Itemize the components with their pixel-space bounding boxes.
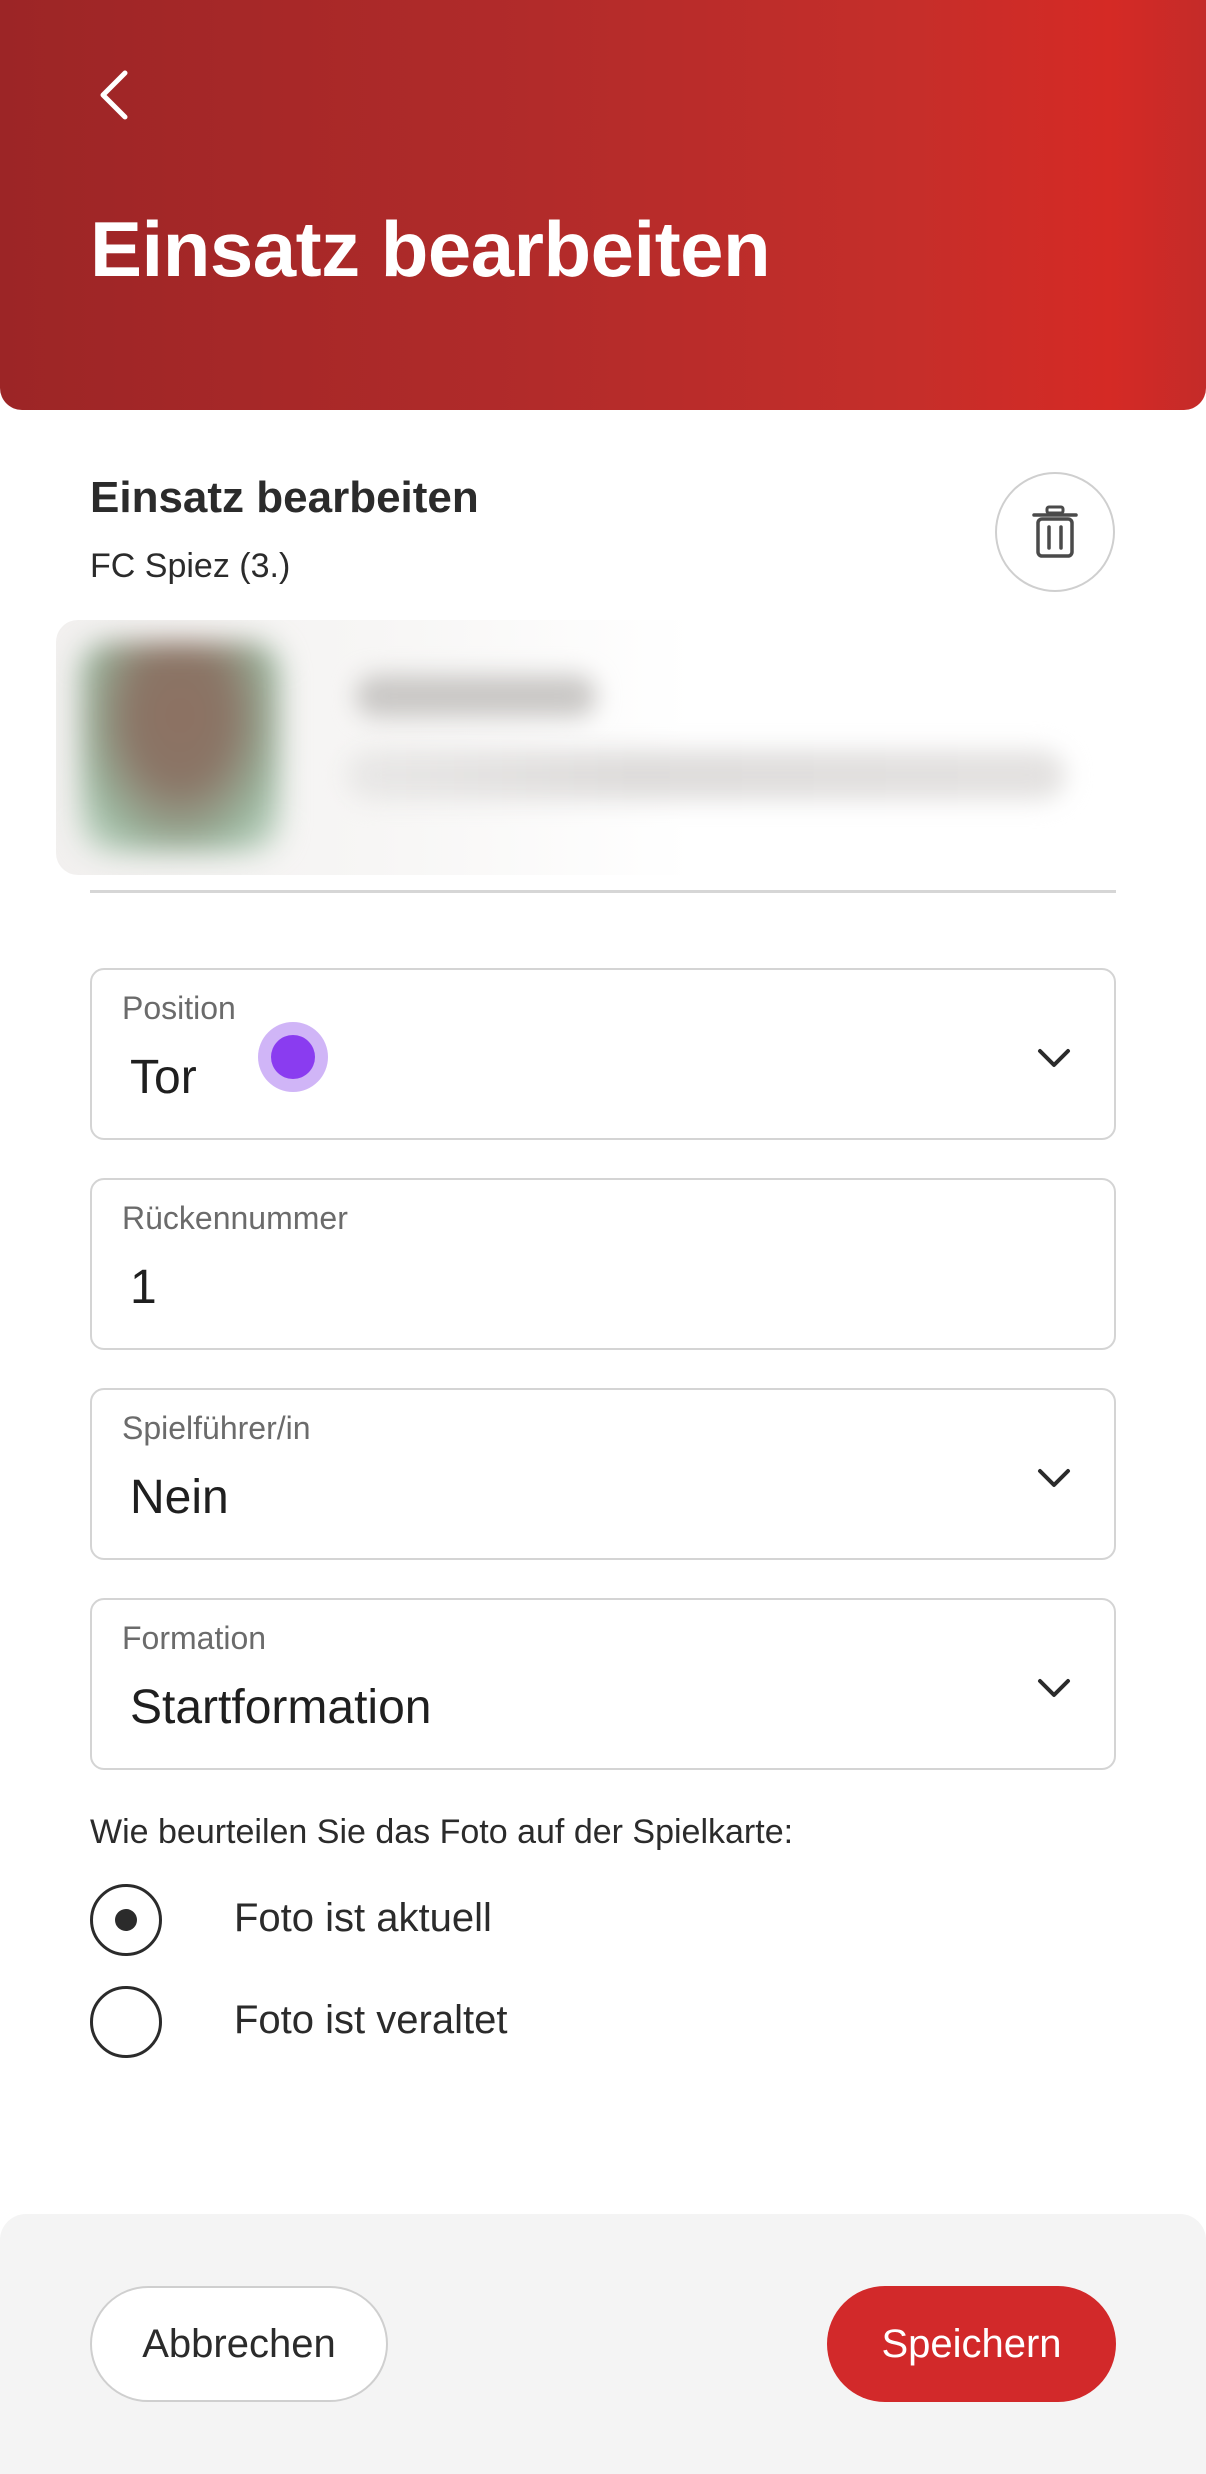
- number-label: Rückennummer: [122, 1200, 348, 1236]
- chevron-down-icon: [1038, 1049, 1070, 1067]
- formation-value: Startformation: [130, 1681, 432, 1734]
- team-name: FC Spiez (3.): [90, 547, 291, 585]
- app-header: Einsatz bearbeiten: [0, 0, 1206, 410]
- formation-select[interactable]: Formation Startformation: [90, 1598, 1116, 1770]
- number-value: 1: [130, 1261, 157, 1314]
- radio-button-checked[interactable]: [90, 1884, 162, 1956]
- position-label: Position: [122, 990, 236, 1026]
- position-value: Tor: [130, 1051, 197, 1104]
- trash-icon: [1032, 505, 1078, 558]
- number-field[interactable]: Rückennummer 1: [90, 1178, 1116, 1350]
- save-button[interactable]: Speichern: [827, 2286, 1116, 2402]
- cancel-button[interactable]: Abbrechen: [90, 2286, 388, 2402]
- radio-option-photo-current[interactable]: Foto ist aktuell: [90, 1884, 790, 1956]
- action-footer: Abbrechen Speichern: [0, 2214, 1206, 2474]
- divider: [90, 890, 1116, 893]
- radio-option-photo-outdated[interactable]: Foto ist veraltet: [90, 1986, 790, 2058]
- player-details-redacted: [346, 750, 1066, 800]
- radio-button[interactable]: [90, 1986, 162, 2058]
- formation-label: Formation: [122, 1620, 267, 1656]
- player-photo: [80, 642, 280, 852]
- captain-label: Spielführer/in: [122, 1410, 311, 1446]
- chevron-left-icon: [100, 70, 128, 120]
- back-button[interactable]: [80, 60, 150, 130]
- touch-indicator: [258, 1022, 328, 1092]
- captain-select[interactable]: Spielführer/in Nein: [90, 1388, 1116, 1560]
- chevron-down-icon: [1038, 1469, 1070, 1487]
- radio-label: Foto ist aktuell: [234, 1896, 492, 1940]
- section-title: Einsatz bearbeiten: [90, 473, 479, 522]
- chevron-down-icon: [1038, 1679, 1070, 1697]
- position-select[interactable]: Position Tor: [90, 968, 1116, 1140]
- radio-label: Foto ist veraltet: [234, 1998, 508, 2042]
- player-name-redacted: [356, 675, 596, 717]
- photo-rating-question: Wie beurteilen Sie das Foto auf der Spie…: [90, 1813, 794, 1851]
- player-card: [56, 620, 1116, 875]
- page-title: Einsatz bearbeiten: [90, 205, 771, 293]
- delete-button[interactable]: [995, 472, 1115, 592]
- captain-value: Nein: [130, 1471, 229, 1524]
